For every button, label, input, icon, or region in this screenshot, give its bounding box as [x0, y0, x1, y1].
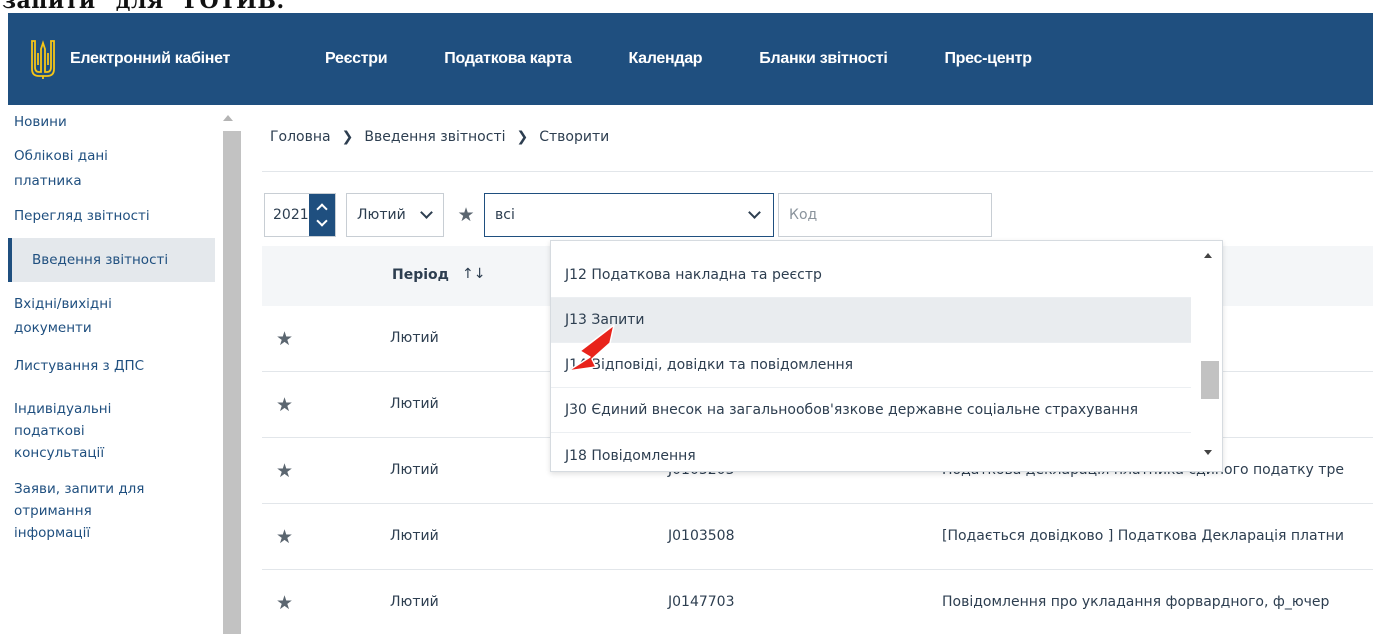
chevron-down-icon	[748, 206, 761, 219]
report-type-select[interactable]: всі	[484, 193, 774, 237]
star-icon[interactable]: ★	[276, 526, 293, 548]
star-icon[interactable]: ★	[276, 394, 293, 416]
row-period: Лютий	[390, 462, 439, 478]
chevron-up-icon[interactable]	[316, 203, 328, 215]
sidebar: Новини Облікові дані платника Перегляд з…	[8, 105, 241, 634]
chevron-right-icon: ❯	[341, 129, 354, 145]
brand[interactable]: Електронний кабінет	[8, 39, 308, 79]
month-value: Лютий	[357, 207, 406, 223]
scroll-up-icon[interactable]	[1204, 253, 1212, 258]
trident-logo-icon	[31, 40, 55, 79]
nav-tax-map[interactable]: Податкова карта	[444, 50, 572, 68]
nav-registries[interactable]: Реєстри	[325, 50, 388, 68]
dropdown-option-j14[interactable]: J14 Відповіді, довідки та повідомлення	[551, 343, 1191, 388]
code-input[interactable]	[789, 207, 979, 223]
sidebar-item-view-reports[interactable]: Перегляд звітності	[8, 203, 215, 238]
star-icon[interactable]: ★	[276, 328, 293, 350]
sidebar-item-label: отримання	[14, 503, 92, 519]
chevron-down-icon	[420, 206, 433, 219]
row-name: Повідомлення про укладання форвардного, …	[942, 594, 1330, 610]
brand-title: Електронний кабінет	[70, 50, 231, 67]
row-code: J0103508	[668, 528, 735, 544]
row-code: J0147703	[668, 594, 735, 610]
report-type-dropdown: J12 Податкова накладна та реєстр J13 Зап…	[550, 240, 1223, 472]
code-field[interactable]	[778, 193, 992, 237]
dropdown-option-j13[interactable]: J13 Запити	[551, 298, 1191, 343]
sidebar-item-enter-reports[interactable]: Введення звітності	[8, 238, 215, 282]
star-icon[interactable]: ★	[456, 204, 476, 226]
breadcrumb: Головна ❯ Введення звітності ❯ Створити	[270, 129, 609, 145]
main-nav: Реєстри Податкова карта Календар Бланки …	[308, 50, 1089, 68]
year-stepper[interactable]: 2021	[264, 193, 336, 237]
sidebar-item-label: платника	[14, 173, 82, 189]
month-select[interactable]: Лютий	[346, 193, 444, 237]
sidebar-item-label: Новини	[14, 114, 67, 130]
sort-icon[interactable]: ↑↓	[462, 266, 485, 282]
divider	[262, 171, 1373, 172]
row-period: Лютий	[390, 594, 439, 610]
sidebar-scrollbar[interactable]	[216, 105, 241, 634]
sidebar-item-requests[interactable]: Заяви, запити для отримання інформації	[8, 470, 215, 544]
column-header-period[interactable]: Період	[392, 267, 449, 283]
scroll-down-icon[interactable]	[1204, 450, 1212, 455]
row-period: Лютий	[390, 528, 439, 544]
nav-press-center[interactable]: Прес-центр	[944, 50, 1032, 68]
scroll-up-icon[interactable]	[223, 115, 233, 121]
sidebar-item-label: консультації	[14, 445, 105, 461]
pointer-arrow-icon	[567, 324, 615, 372]
sidebar-item-label: Вхідні/вихідні	[14, 296, 112, 312]
sidebar-item-consultations[interactable]: Індивідуальні податкові консультації	[8, 390, 215, 470]
sidebar-item-label: податкові	[14, 423, 85, 439]
top-caption: запити" для "ГОТИВ.	[0, 0, 1373, 13]
dropdown-option-j18[interactable]: J18 Повідомлення	[551, 433, 1191, 471]
star-icon[interactable]: ★	[276, 460, 293, 482]
breadcrumb-home[interactable]: Головна	[270, 129, 331, 145]
dropdown-option-j12[interactable]: J12 Податкова накладна та реєстр	[551, 253, 1191, 298]
dropdown-option-j30[interactable]: J30 Єдиний внесок на загальнообов'язкове…	[551, 388, 1191, 433]
scrollbar-thumb[interactable]	[1201, 361, 1219, 399]
sidebar-item-news[interactable]: Новини	[8, 105, 215, 140]
sidebar-item-label: Введення звітності	[32, 252, 169, 268]
sidebar-list: Новини Облікові дані платника Перегляд з…	[8, 105, 215, 634]
row-name: [Подається довідково ] Податкова Деклара…	[942, 528, 1344, 544]
year-value: 2021	[273, 207, 309, 223]
filters: 2021 Лютий ★ всі	[264, 190, 992, 240]
year-spin-buttons[interactable]	[308, 194, 335, 236]
sidebar-item-label: документи	[14, 320, 92, 336]
sidebar-item-documents[interactable]: Вхідні/вихідні документи	[8, 282, 215, 346]
sidebar-item-label: Індивідуальні	[14, 401, 112, 417]
chevron-down-icon[interactable]	[316, 215, 328, 227]
scrollbar-thumb[interactable]	[223, 131, 241, 634]
top-caption-text: запити" для "ГОТИВ.	[2, 0, 285, 13]
sidebar-item-label: Облікові дані	[14, 148, 108, 164]
star-icon[interactable]: ★	[276, 592, 293, 614]
top-header: Електронний кабінет Реєстри Податкова ка…	[8, 13, 1373, 105]
sidebar-item-account-data[interactable]: Облікові дані платника	[8, 140, 215, 203]
nav-calendar[interactable]: Календар	[628, 50, 702, 68]
report-type-value: всі	[495, 207, 515, 223]
breadcrumb-enter-reports[interactable]: Введення звітності	[364, 129, 505, 145]
sidebar-item-label: Заяви, запити для	[14, 481, 145, 497]
dropdown-scrollbar[interactable]	[1195, 241, 1222, 471]
table-row[interactable]: ★ Лютий J0103508 [Подається довідково ] …	[262, 504, 1373, 570]
table-row[interactable]: ★ Лютий J0147703 Повідомлення про уклада…	[262, 570, 1373, 634]
nav-report-forms[interactable]: Бланки звітності	[759, 50, 888, 68]
sidebar-item-correspondence[interactable]: Листування з ДПС	[8, 346, 215, 390]
row-period: Лютий	[390, 330, 439, 346]
breadcrumb-create: Створити	[539, 129, 610, 145]
sidebar-item-label: Листування з ДПС	[14, 358, 145, 374]
sidebar-item-label: Перегляд звітності	[14, 208, 150, 224]
row-period: Лютий	[390, 396, 439, 412]
chevron-right-icon: ❯	[516, 129, 529, 145]
sidebar-item-label: інформації	[14, 525, 91, 541]
